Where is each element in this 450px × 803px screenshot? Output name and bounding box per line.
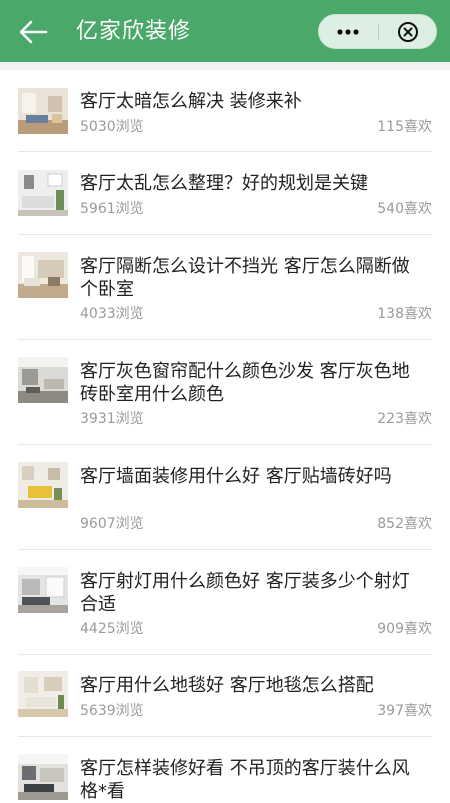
- arrow-left-icon: [19, 20, 48, 44]
- article-title: 客厅灰色窗帘配什么颜色沙发 客厅灰色地砖卧室用什么颜色: [80, 361, 410, 405]
- article-item[interactable]: 客厅墙面装修用什么好 客厅贴墙砖好吗 9607浏览 852喜欢: [0, 445, 450, 550]
- like-count: 852喜欢: [377, 516, 432, 532]
- like-count: 138喜欢: [377, 306, 432, 322]
- more-dots-icon: [337, 28, 359, 35]
- like-count: 223喜欢: [377, 411, 432, 427]
- top-navigation-bar: 亿家欣装修: [0, 0, 450, 62]
- article-thumbnail: [18, 671, 68, 717]
- article-thumbnail: [18, 252, 68, 298]
- like-count: 397喜欢: [377, 703, 432, 719]
- article-title: 客厅用什么地毯好 客厅地毯怎么搭配: [80, 675, 374, 696]
- view-count: 4425浏览: [80, 621, 144, 637]
- article-thumbnail: [18, 462, 68, 508]
- back-button[interactable]: [16, 17, 50, 47]
- view-count: 5030浏览: [80, 119, 144, 135]
- article-thumbnail: [18, 88, 68, 134]
- article-title: 客厅怎样装修好看 不吊顶的客厅装什么风格*看: [80, 758, 410, 802]
- view-count: 5961浏览: [80, 201, 144, 217]
- view-count: 3931浏览: [80, 411, 144, 427]
- article-title: 客厅太暗怎么解决 装修来补: [80, 91, 302, 112]
- view-count: 4033浏览: [80, 306, 144, 322]
- close-circle-icon: [397, 21, 418, 42]
- like-count: 909喜欢: [377, 621, 432, 637]
- close-button[interactable]: [379, 15, 436, 48]
- article-item[interactable]: 客厅灰色窗帘配什么颜色沙发 客厅灰色地砖卧室用什么颜色 3931浏览 223喜欢: [0, 340, 450, 445]
- article-thumbnail: [18, 357, 68, 403]
- article-item[interactable]: 客厅用什么地毯好 客厅地毯怎么搭配 5639浏览 397喜欢: [0, 655, 450, 737]
- article-title: 客厅隔断怎么设计不挡光 客厅怎么隔断做个卧室: [80, 256, 410, 300]
- article-item[interactable]: 客厅隔断怎么设计不挡光 客厅怎么隔断做个卧室 4033浏览 138喜欢: [0, 235, 450, 340]
- page-title: 亿家欣装修: [76, 19, 192, 44]
- article-item[interactable]: 客厅太乱怎么整理？好的规划是关键 5961浏览 540喜欢: [0, 152, 450, 235]
- article-thumbnail: [18, 754, 68, 800]
- article-title: 客厅射灯用什么颜色好 客厅装多少个射灯合适: [80, 571, 410, 615]
- article-title: 客厅墙面装修用什么好 客厅贴墙砖好吗: [80, 466, 392, 487]
- article-thumbnail: [18, 170, 68, 216]
- article-thumbnail: [18, 567, 68, 613]
- like-count: 115喜欢: [377, 119, 432, 135]
- article-item[interactable]: 客厅怎样装修好看 不吊顶的客厅装什么风格*看: [0, 737, 450, 802]
- article-item[interactable]: 客厅太暗怎么解决 装修来补 5030浏览 115喜欢: [0, 70, 450, 152]
- header-gap: [0, 62, 450, 70]
- article-item[interactable]: 客厅射灯用什么颜色好 客厅装多少个射灯合适 4425浏览 909喜欢: [0, 550, 450, 655]
- view-count: 9607浏览: [80, 516, 144, 532]
- like-count: 540喜欢: [377, 201, 432, 217]
- view-count: 5639浏览: [80, 703, 144, 719]
- more-button[interactable]: [319, 15, 377, 48]
- article-title: 客厅太乱怎么整理？好的规划是关键: [80, 173, 368, 194]
- mini-program-capsule: [318, 14, 437, 49]
